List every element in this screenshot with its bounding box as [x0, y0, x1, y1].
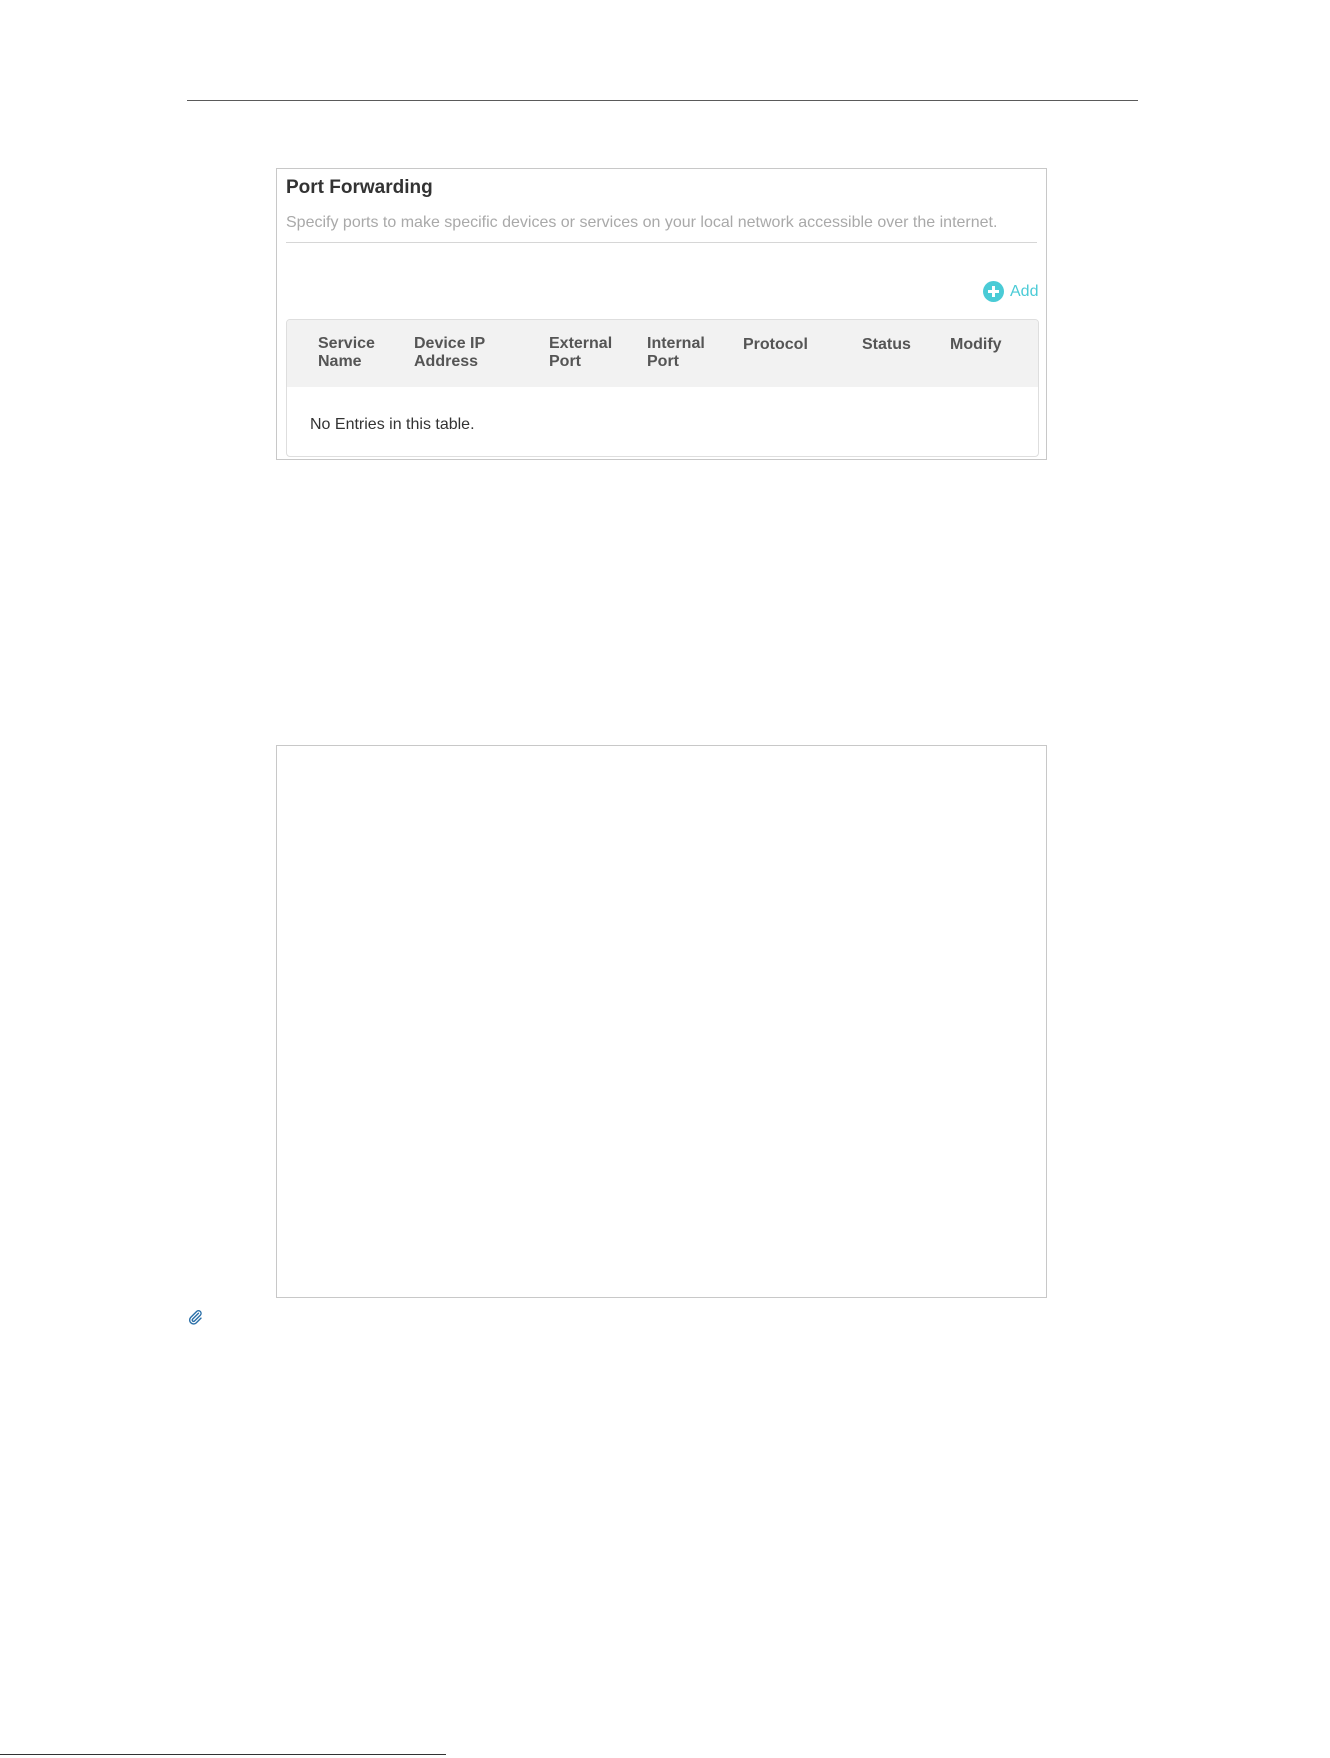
plus-circle-icon [983, 281, 1004, 302]
column-header-external-port: External Port [549, 335, 613, 370]
add-button[interactable]: Add [983, 281, 1038, 302]
column-header-status: Status [862, 336, 911, 353]
column-header-internal-port: Internal Port [647, 335, 705, 370]
add-label: Add [1010, 282, 1039, 300]
paperclip-icon [188, 1310, 202, 1325]
panel-description: Specify ports to make specific devices o… [286, 214, 998, 231]
panel-title: Port Forwarding [286, 177, 433, 198]
table-header: Service Name Device IP Address External … [287, 320, 1038, 387]
empty-table-message: No Entries in this table. [310, 416, 475, 433]
column-header-modify: Modify [950, 336, 1002, 353]
header-divider [187, 100, 1138, 101]
panel-divider [286, 242, 1037, 243]
column-header-protocol: Protocol [743, 336, 808, 353]
port-forwarding-table: Service Name Device IP Address External … [286, 319, 1039, 457]
column-header-service-name: Service Name [318, 335, 375, 370]
footer-divider [0, 1754, 446, 1755]
blank-screenshot-panel [276, 745, 1047, 1298]
column-header-device-ip: Device IP Address [414, 335, 486, 370]
port-forwarding-panel: Port Forwarding Specify ports to make sp… [276, 168, 1047, 460]
